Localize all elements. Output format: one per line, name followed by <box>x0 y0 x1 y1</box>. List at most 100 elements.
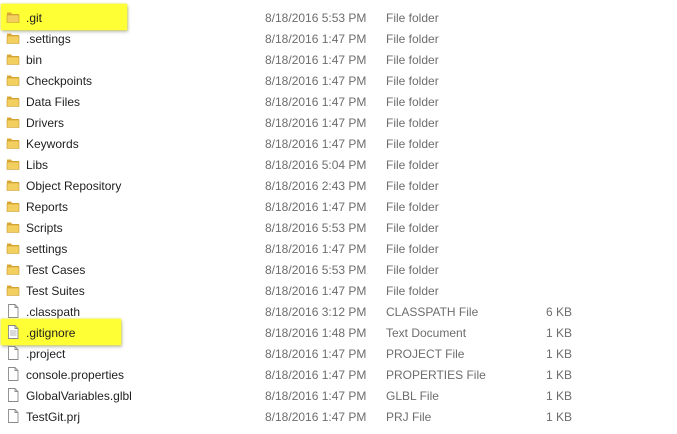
file-date-modified: 8/18/2016 5:53 PM <box>265 11 367 25</box>
file-type: File folder <box>386 116 439 130</box>
file-size: 1 KB <box>545 410 572 424</box>
file-name: Data Files <box>26 95 81 109</box>
file-name: Checkpoints <box>26 74 93 88</box>
file-row[interactable]: TestGit.prj 8/18/2016 1:47 PM PRJ File 1 KB <box>0 406 677 427</box>
file-row[interactable]: GlobalVariables.glbl 8/18/2016 1:47 PM GLB… <box>0 385 677 406</box>
file-row[interactable]: Data Files 8/18/2016 1:47 PM File folder <box>0 91 677 112</box>
file-date-modified: 8/18/2016 5:04 PM <box>265 158 367 172</box>
file-type: PROJECT File <box>386 347 465 361</box>
file-name: settings <box>26 242 68 256</box>
folder-icon <box>6 199 20 213</box>
file-type: File folder <box>386 11 439 25</box>
file-row[interactable]: .git 8/18/2016 5:53 PM File folder <box>0 4 677 30</box>
file-size: 1 KB <box>545 326 572 340</box>
file-name: Drivers <box>26 116 64 130</box>
file-type: File folder <box>386 242 439 256</box>
file-type: File folder <box>386 200 439 214</box>
file-name: .git <box>26 11 43 25</box>
folder-icon <box>6 178 20 192</box>
file-name: console.properties <box>26 368 125 382</box>
file-name: Test Suites <box>26 284 85 298</box>
file-size: 1 KB <box>545 347 572 361</box>
file-row[interactable]: bin 8/18/2016 1:47 PM File folder <box>0 49 677 70</box>
folder-icon <box>6 94 20 108</box>
file-row[interactable]: Checkpoints 8/18/2016 1:47 PM File folder <box>0 70 677 91</box>
file-row[interactable]: Scripts 8/18/2016 5:53 PM File folder <box>0 217 677 238</box>
file-type: CLASSPATH File <box>386 305 479 319</box>
file-date-modified: 8/18/2016 1:47 PM <box>265 74 367 88</box>
file-icon <box>6 346 20 360</box>
folder-icon <box>6 52 20 66</box>
file-row[interactable]: Test Cases 8/18/2016 5:53 PM File folder <box>0 259 677 280</box>
folder-icon <box>6 262 20 276</box>
file-date-modified: 8/18/2016 1:47 PM <box>265 32 367 46</box>
file-row[interactable]: Reports 8/18/2016 1:47 PM File folder <box>0 196 677 217</box>
file-type: File folder <box>386 95 439 109</box>
file-name: .settings <box>26 32 71 46</box>
file-type: File folder <box>386 179 439 193</box>
text-document-icon <box>6 325 20 339</box>
file-type: File folder <box>386 263 439 277</box>
file-date-modified: 8/18/2016 1:47 PM <box>265 95 367 109</box>
file-date-modified: 8/18/2016 1:48 PM <box>265 326 367 340</box>
file-list: .git 8/18/2016 5:53 PM File folder .setting… <box>0 4 677 427</box>
file-type: Text Document <box>386 326 467 340</box>
folder-icon <box>6 220 20 234</box>
file-icon <box>6 367 20 381</box>
folder-icon <box>6 157 20 171</box>
file-name: Libs <box>26 158 49 172</box>
file-date-modified: 8/18/2016 3:12 PM <box>265 305 367 319</box>
folder-icon <box>6 283 20 297</box>
file-row[interactable]: Object Repository 8/18/2016 2:43 PM File f… <box>0 175 677 196</box>
file-date-modified: 8/18/2016 1:47 PM <box>265 53 367 67</box>
file-icon <box>6 409 20 423</box>
file-date-modified: 8/18/2016 1:47 PM <box>265 347 367 361</box>
file-row[interactable]: Test Suites 8/18/2016 1:47 PM File folder <box>0 280 677 301</box>
file-row[interactable]: .settings 8/18/2016 1:47 PM File folder <box>0 28 677 49</box>
folder-icon <box>6 241 20 255</box>
file-row[interactable]: settings 8/18/2016 1:47 PM File folder <box>0 238 677 259</box>
folder-icon <box>6 73 20 87</box>
file-type: PRJ File <box>386 410 432 424</box>
file-name: GlobalVariables.glbl <box>26 389 132 403</box>
file-type: File folder <box>386 137 439 151</box>
file-row[interactable]: .project 8/18/2016 1:47 PM PROJECT File 1 K… <box>0 343 677 364</box>
file-name: TestGit.prj <box>26 410 81 424</box>
file-date-modified: 8/18/2016 1:47 PM <box>265 389 367 403</box>
file-name: .project <box>26 347 66 361</box>
folder-icon <box>6 10 20 24</box>
file-type: File folder <box>386 284 439 298</box>
file-name: Keywords <box>26 137 79 151</box>
file-type: File folder <box>386 53 439 67</box>
file-row[interactable]: console.properties 8/18/2016 1:47 PM PROPE… <box>0 364 677 385</box>
file-date-modified: 8/18/2016 1:47 PM <box>265 242 367 256</box>
file-name: Object Repository <box>26 179 122 193</box>
file-row[interactable]: .gitignore 8/18/2016 1:48 PM Text Document… <box>0 319 677 345</box>
file-type: GLBL File <box>386 389 439 403</box>
file-date-modified: 8/18/2016 1:47 PM <box>265 200 367 214</box>
file-name: .classpath <box>26 305 81 319</box>
file-type: File folder <box>386 74 439 88</box>
file-row[interactable]: Drivers 8/18/2016 1:47 PM File folder <box>0 112 677 133</box>
file-date-modified: 8/18/2016 5:53 PM <box>265 221 367 235</box>
file-icon <box>6 388 20 402</box>
file-row[interactable]: Keywords 8/18/2016 1:47 PM File folder <box>0 133 677 154</box>
file-date-modified: 8/18/2016 1:47 PM <box>265 284 367 298</box>
file-date-modified: 8/18/2016 2:43 PM <box>265 179 367 193</box>
file-size: 6 KB <box>545 305 572 319</box>
file-size: 1 KB <box>545 389 572 403</box>
file-date-modified: 8/18/2016 1:47 PM <box>265 410 367 424</box>
file-name: Scripts <box>26 221 63 235</box>
file-type: File folder <box>386 32 439 46</box>
folder-icon <box>6 136 20 150</box>
file-date-modified: 8/18/2016 5:53 PM <box>265 263 367 277</box>
file-date-modified: 8/18/2016 1:47 PM <box>265 368 367 382</box>
file-type: PROPERTIES File <box>386 368 486 382</box>
file-name: Reports <box>26 200 69 214</box>
file-size: 1 KB <box>545 368 572 382</box>
file-date-modified: 8/18/2016 1:47 PM <box>265 137 367 151</box>
file-row[interactable]: Libs 8/18/2016 5:04 PM File folder <box>0 154 677 175</box>
file-type: File folder <box>386 221 439 235</box>
folder-icon <box>6 115 20 129</box>
file-name: Test Cases <box>26 263 86 277</box>
